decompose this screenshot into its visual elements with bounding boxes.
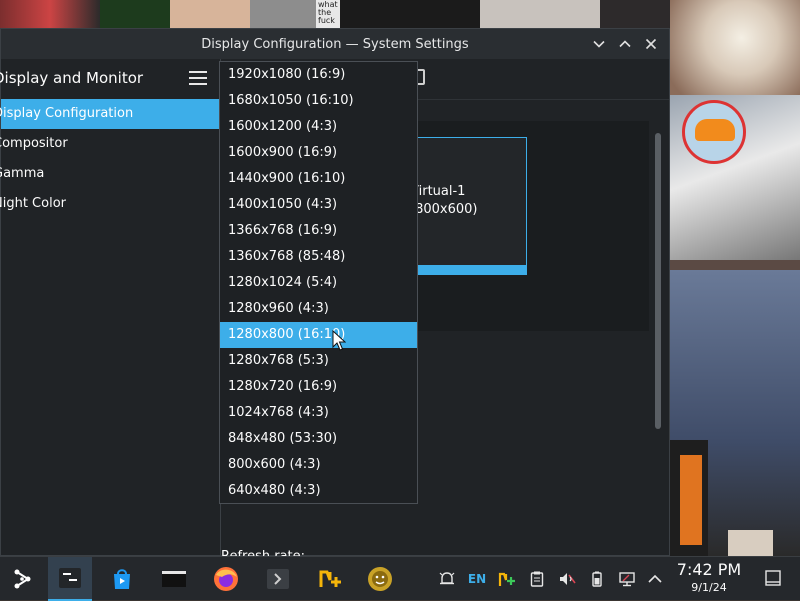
sidebar-item-gamma[interactable]: Gamma — [0, 159, 220, 189]
mouse-cursor-icon — [332, 330, 346, 351]
resolution-option[interactable]: 1600x1200 (4:3) — [220, 114, 417, 140]
lion-game-button[interactable] — [358, 557, 402, 601]
terminal-window-icon — [162, 571, 186, 587]
sidebar-item-compositor[interactable]: Compositor — [0, 129, 220, 159]
nplus-tray-icon — [498, 572, 515, 586]
discover-store-icon — [114, 569, 130, 589]
resolution-option[interactable]: 1280x960 (4:3) — [220, 296, 417, 322]
wallpaper-image — [0, 0, 100, 28]
wallpaper-image — [728, 530, 773, 556]
nplus-button[interactable] — [308, 557, 352, 601]
lion-game-icon — [368, 567, 392, 591]
keyboard-layout-label: EN — [467, 572, 487, 586]
resolution-option[interactable]: 1366x768 (16:9) — [220, 218, 417, 244]
window-title: Display Configuration — System Settings — [201, 36, 469, 52]
digital-clock[interactable]: 7:42 PM 9/1/24 — [672, 560, 746, 595]
keyboard-layout-button[interactable]: EN — [463, 557, 491, 601]
wallpaper-image — [100, 0, 170, 28]
resolution-option[interactable]: 1280x1024 (5:4) — [220, 270, 417, 296]
sidebar-item-label: Night Color — [0, 196, 66, 211]
resolution-options: 1920x1080 (16:9) 1680x1050 (16:10) 1600x12… — [220, 62, 417, 504]
resolution-option[interactable]: 1600x900 (16:9) — [220, 140, 417, 166]
clock-date: 9/1/24 — [691, 581, 727, 594]
notifications-button[interactable] — [433, 557, 461, 601]
application-launcher-button[interactable] — [0, 557, 44, 601]
wallpaper-image — [670, 0, 800, 95]
task-switcher-button[interactable] — [48, 557, 92, 601]
volume-button[interactable] — [553, 557, 581, 601]
console-button[interactable] — [256, 557, 300, 601]
resolution-option[interactable]: 1280x800 (16:10) — [220, 322, 417, 348]
clipboard-button[interactable] — [523, 557, 551, 601]
sidebar-item-label: Gamma — [0, 166, 45, 181]
discover-store-button[interactable] — [100, 557, 144, 601]
close-icon — [645, 38, 657, 50]
wallpaper-image — [340, 0, 480, 28]
wallpaper-image — [680, 455, 702, 545]
resolution-option[interactable]: 1920x1080 (16:9) — [220, 62, 417, 88]
minimize-button[interactable] — [589, 34, 609, 54]
sidebar: Display and Monitor Display Configuratio… — [0, 59, 221, 555]
resolution-option[interactable]: 1680x1050 (16:10) — [220, 88, 417, 114]
monitor-name: Virtual-1 — [410, 184, 466, 199]
network-icon — [619, 572, 635, 587]
resolution-dropdown: 1920x1080 (16:9) 1680x1050 (16:10) 1600x12… — [219, 61, 418, 504]
window-titlebar[interactable]: Display Configuration — System Settings — [1, 29, 669, 59]
sidebar-item-display-configuration[interactable]: Display Configuration — [0, 99, 220, 129]
wallpaper-image — [250, 0, 320, 28]
scrollbar[interactable] — [655, 133, 661, 429]
maximize-button[interactable] — [615, 34, 635, 54]
chevron-up-icon — [619, 40, 631, 48]
nplus-tray-button[interactable] — [493, 557, 521, 601]
wallpaper-text: what the fuck — [316, 0, 340, 28]
sidebar-item-label: Display Configuration — [0, 106, 134, 121]
sidebar-header: Display and Monitor — [0, 59, 220, 99]
resolution-option[interactable]: 800x600 (4:3) — [220, 452, 417, 478]
terminal-window-button[interactable] — [152, 557, 196, 601]
taskbar: EN 7:42 PM 9/1/24 — [0, 556, 800, 601]
resolution-option[interactable]: 848x480 (53:30) — [220, 426, 417, 452]
notifications-icon — [439, 572, 455, 585]
wallpaper-badge — [682, 100, 746, 164]
close-button[interactable] — [641, 34, 661, 54]
hamburger-menu-icon[interactable] — [189, 71, 207, 85]
resolution-option[interactable]: 1280x768 (5:3) — [220, 348, 417, 374]
volume-muted-icon — [560, 573, 576, 585]
system-settings-icon — [59, 568, 81, 588]
sidebar-heading: Display and Monitor — [0, 69, 144, 87]
monitor-resolution: (800x600) — [410, 202, 478, 217]
resolution-option[interactable]: 1024x768 (4:3) — [220, 400, 417, 426]
sidebar-item-night-color[interactable]: Night Color — [0, 189, 220, 219]
firefox-button[interactable] — [204, 557, 248, 601]
wallpaper-image — [170, 0, 250, 28]
battery-button[interactable] — [583, 557, 611, 601]
resolution-option[interactable]: 1440x900 (16:10) — [220, 166, 417, 192]
clipboard-icon — [530, 571, 544, 587]
window-controls — [589, 34, 661, 54]
wallpaper-image — [480, 0, 600, 28]
nplus-icon — [319, 570, 341, 587]
chevron-down-icon — [593, 40, 605, 48]
resolution-option[interactable]: 1400x1050 (4:3) — [220, 192, 417, 218]
resolution-option[interactable]: 640x480 (4:3) — [220, 478, 417, 504]
application-launcher-icon — [14, 569, 31, 589]
chevron-up-icon — [648, 574, 662, 583]
expand-tray-button[interactable] — [641, 557, 669, 601]
clock-time: 7:42 PM — [676, 560, 742, 579]
sidebar-item-label: Compositor — [0, 136, 68, 151]
network-button[interactable] — [613, 557, 641, 601]
resolution-option[interactable]: 1360x768 (85:48) — [220, 244, 417, 270]
console-icon — [267, 569, 289, 589]
firefox-icon — [214, 567, 238, 591]
show-desktop-icon[interactable] — [764, 569, 782, 587]
sidebar-list: Display Configuration Compositor Gamma N… — [0, 99, 220, 219]
resolution-option[interactable]: 1280x720 (16:9) — [220, 374, 417, 400]
battery-icon — [592, 571, 602, 587]
